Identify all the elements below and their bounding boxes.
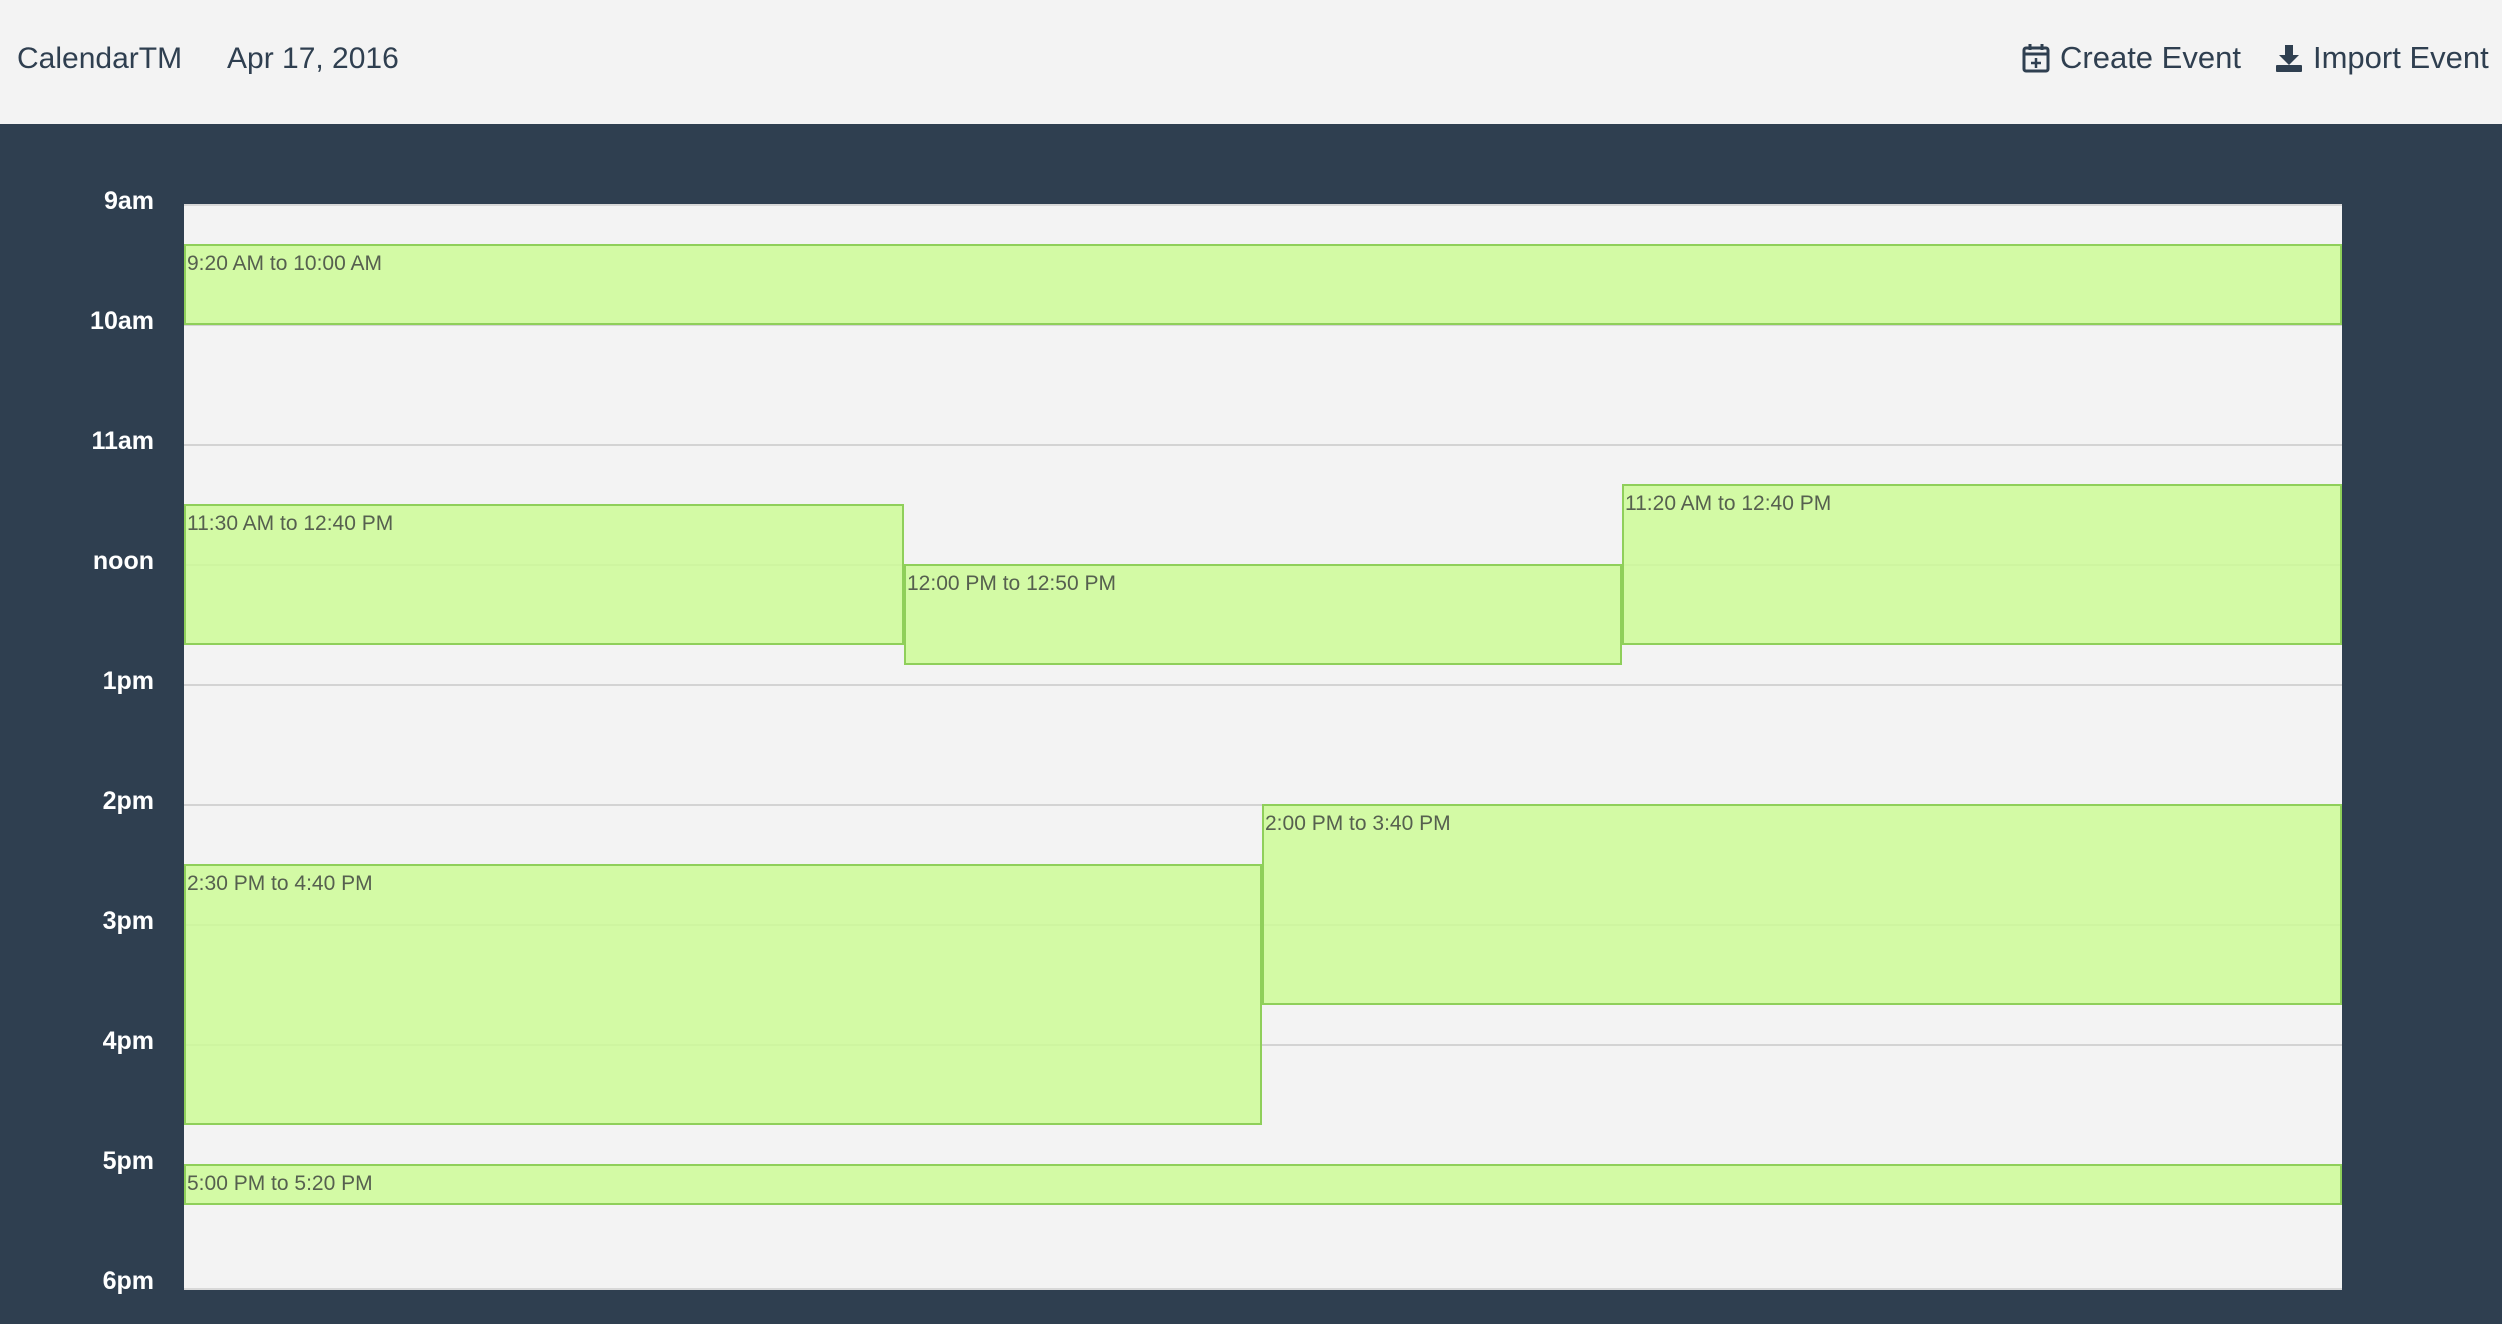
hour-label-2pm: 2pm <box>102 787 154 815</box>
hour-label-4pm: 4pm <box>102 1027 154 1055</box>
hour-line-11am <box>184 444 2342 446</box>
import-event-label: Import Event <box>2313 40 2489 75</box>
import-event-button[interactable]: Import Event <box>2275 40 2489 76</box>
calendar-event[interactable]: 2:30 PM to 4:40 PM <box>184 864 1262 1125</box>
app-brand[interactable]: CalendarTM <box>17 42 182 76</box>
calendar-event[interactable]: 12:00 PM to 12:50 PM <box>904 564 1622 665</box>
hour-label-noon: noon <box>92 547 154 575</box>
calendar-event[interactable]: 9:20 AM to 10:00 AM <box>184 244 2342 325</box>
hour-line-1pm <box>184 684 2342 686</box>
create-event-label: Create Event <box>2060 40 2241 75</box>
hour-label-9am: 9am <box>103 187 154 215</box>
hour-label-3pm: 3pm <box>102 907 154 935</box>
calendar-event[interactable]: 11:30 AM to 12:40 PM <box>184 504 904 645</box>
hour-label-1pm: 1pm <box>102 667 154 695</box>
top-navigation-bar: CalendarTM Apr 17, 2016 Create Event Imp… <box>0 0 2502 124</box>
create-event-button[interactable]: Create Event <box>2022 40 2241 76</box>
download-icon <box>2275 43 2303 73</box>
calendar-plus-icon <box>2022 43 2050 73</box>
calendar-event[interactable]: 11:20 AM to 12:40 PM <box>1622 484 2342 645</box>
hour-label-11am: 11am <box>91 427 154 455</box>
day-timeline-grid[interactable]: 9:20 AM to 10:00 AM 11:30 AM to 12:40 PM… <box>184 204 2342 1290</box>
hour-label-5pm: 5pm <box>102 1147 154 1175</box>
hour-label-6pm: 6pm <box>102 1267 154 1295</box>
current-date: Apr 17, 2016 <box>227 42 399 75</box>
calendar-event[interactable]: 5:00 PM to 5:20 PM <box>184 1164 2342 1205</box>
hour-label-10am: 10am <box>90 307 154 335</box>
calendar-event[interactable]: 2:00 PM to 3:40 PM <box>1262 804 2342 1005</box>
